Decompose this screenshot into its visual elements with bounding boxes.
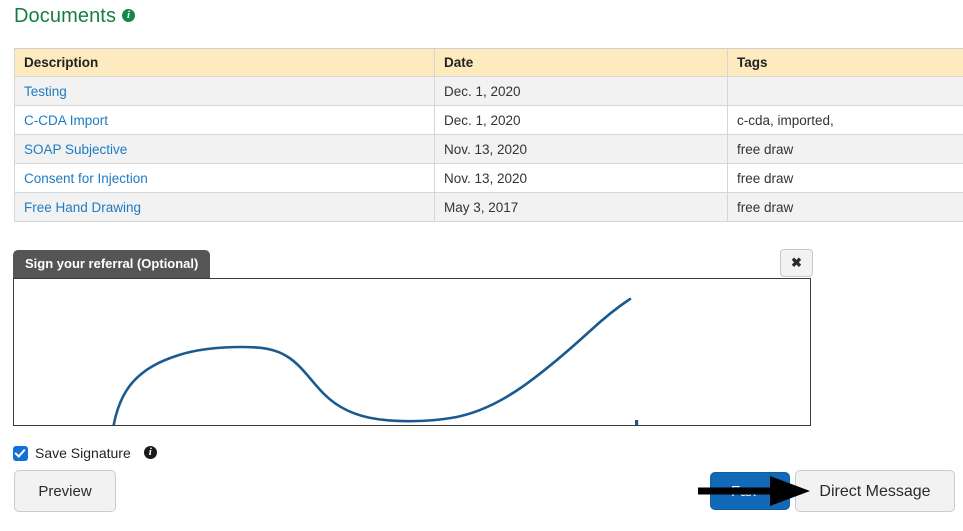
column-header-date[interactable]: Date: [434, 48, 728, 77]
cell-date: Dec. 1, 2020: [434, 105, 728, 135]
page-title-text: Documents: [14, 5, 117, 28]
direct-message-button[interactable]: Direct Message: [795, 470, 955, 512]
cell-tags: c-cda, imported,: [727, 105, 963, 135]
cell-description: Consent for Injection: [14, 163, 435, 193]
preview-button[interactable]: Preview: [14, 470, 116, 512]
cell-description: C-CDA Import: [14, 105, 435, 135]
table-row: Free Hand Drawing May 3, 2017 free draw: [14, 192, 963, 222]
cell-description: SOAP Subjective: [14, 134, 435, 164]
close-button[interactable]: ✖: [780, 249, 813, 277]
table-row: Testing Dec. 1, 2020: [14, 76, 963, 106]
caret-down-icon: [761, 489, 769, 494]
info-icon[interactable]: i: [143, 445, 157, 459]
save-signature-label: Save Signature: [35, 445, 131, 461]
document-link[interactable]: Consent for Injection: [24, 171, 148, 186]
documents-table: Description Date Tags Testing Dec. 1, 20…: [14, 48, 963, 222]
table-row: C-CDA Import Dec. 1, 2020 c-cda, importe…: [14, 105, 963, 135]
document-link[interactable]: Free Hand Drawing: [24, 200, 141, 215]
column-header-description[interactable]: Description: [14, 48, 435, 77]
page-title: Documents i: [14, 5, 136, 28]
cell-date: Dec. 1, 2020: [434, 76, 728, 106]
cell-tags: [727, 76, 963, 106]
table-row: Consent for Injection Nov. 13, 2020 free…: [14, 163, 963, 193]
info-icon[interactable]: i: [122, 9, 136, 23]
document-link[interactable]: SOAP Subjective: [24, 142, 127, 157]
fax-button-label: Fax: [730, 483, 756, 500]
signature-drawing: [112, 297, 639, 425]
document-link[interactable]: C-CDA Import: [24, 113, 108, 128]
cell-tags: free draw: [727, 134, 963, 164]
cell-date: Nov. 13, 2020: [434, 134, 728, 164]
table-header-row: Description Date Tags: [14, 48, 963, 77]
cell-description: Testing: [14, 76, 435, 106]
cell-date: May 3, 2017: [434, 192, 728, 222]
cell-date: Nov. 13, 2020: [434, 163, 728, 193]
table-row: SOAP Subjective Nov. 13, 2020 free draw: [14, 134, 963, 164]
signature-pad-label: Sign your referral (Optional): [13, 250, 211, 278]
column-header-tags[interactable]: Tags: [727, 48, 963, 77]
signature-canvas[interactable]: [13, 278, 811, 426]
save-signature-checkbox[interactable]: [13, 445, 28, 461]
signature-section: Sign your referral (Optional): [13, 250, 813, 426]
cell-tags: free draw: [727, 163, 963, 193]
cell-tags: free draw: [727, 192, 963, 222]
document-link[interactable]: Testing: [24, 84, 67, 99]
fax-button[interactable]: Fax: [710, 472, 790, 510]
cell-description: Free Hand Drawing: [14, 192, 435, 222]
save-signature-row: Save Signature i: [13, 445, 157, 461]
